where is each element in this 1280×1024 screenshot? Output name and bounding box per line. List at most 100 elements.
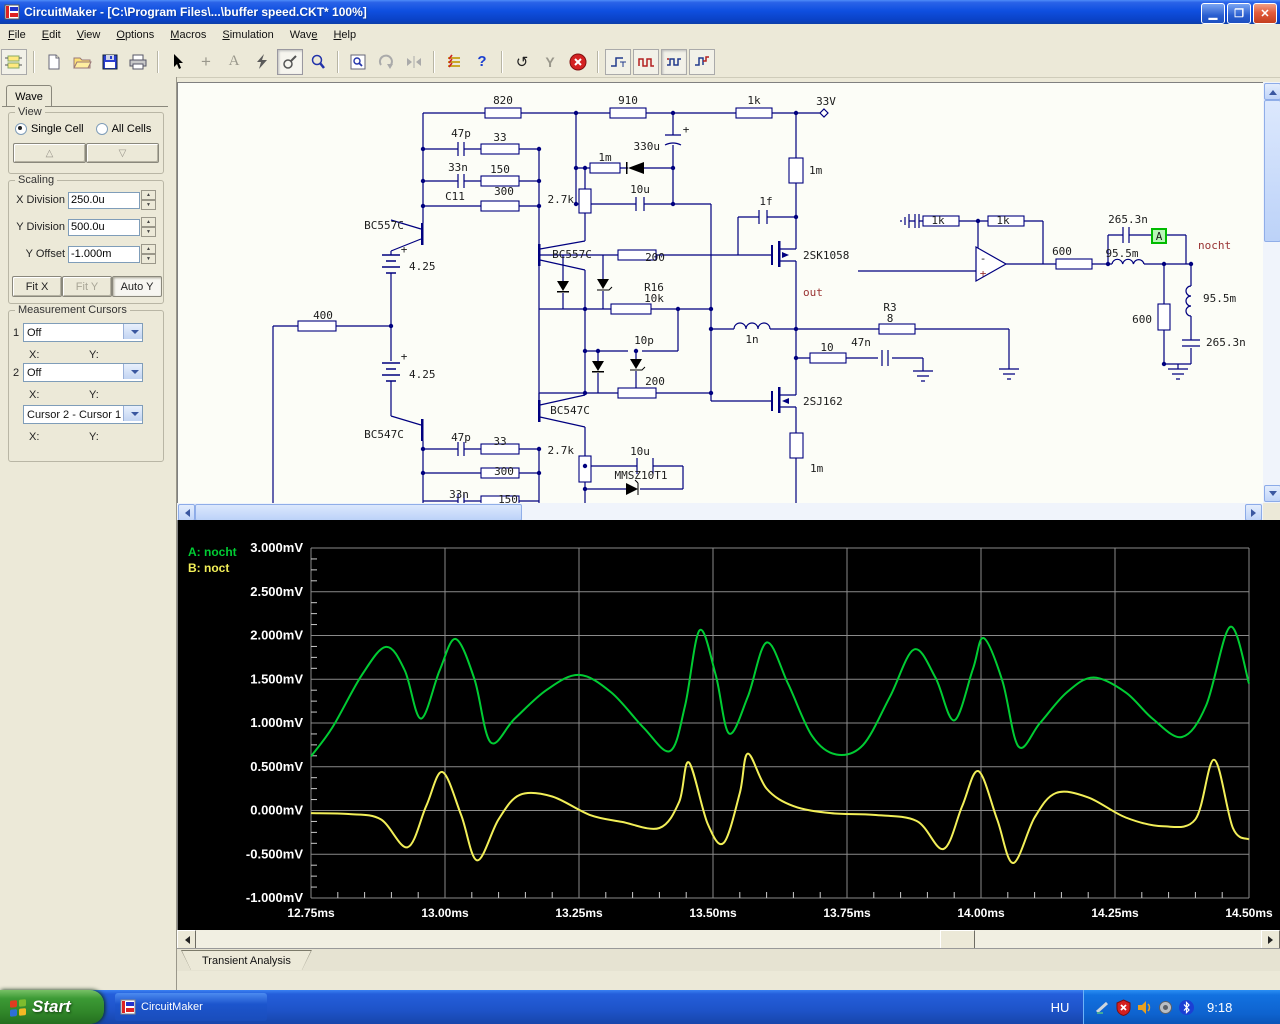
waveform-hscroll-thumb[interactable] (940, 930, 975, 950)
menu-help[interactable]: Help (325, 26, 364, 44)
menu-wave[interactable]: Wave (282, 26, 326, 44)
cursor2-select[interactable]: Off (23, 363, 143, 382)
cursor-diff-select[interactable]: Cursor 2 - Cursor 1 (23, 405, 143, 424)
component-label: 33 (493, 435, 506, 448)
probe-tool-icon[interactable] (277, 48, 303, 75)
y-offset-spinner[interactable]: ▲ ▼ (141, 244, 156, 264)
select-cursor-icon[interactable] (165, 49, 191, 75)
schematic-vscrollbar[interactable] (1263, 82, 1280, 503)
circuitmaker-window: CircuitMaker - [C:\Program Files\...\buf… (0, 0, 1280, 1024)
chevron-down-icon[interactable] (123, 364, 142, 379)
close-button[interactable]: ✕ (1253, 3, 1277, 24)
component-label: 330u (634, 140, 661, 153)
chevron-down-icon[interactable] (123, 406, 142, 421)
menu-simulation[interactable]: Simulation (214, 26, 281, 44)
cell-up-button[interactable]: △ (13, 143, 86, 163)
title-bar[interactable]: CircuitMaker - [C:\Program Files\...\buf… (0, 0, 1280, 24)
cursor1-select[interactable]: Off (23, 323, 143, 342)
waveform-panel[interactable]: 3.000mV 2.500mV 2.000mV 1.500mV 1.000mV 0.500… (177, 520, 1280, 930)
find-part-icon[interactable] (345, 49, 371, 75)
circuitmaker-task-icon (120, 999, 136, 1015)
x-division-input[interactable]: 250.0u (68, 191, 140, 209)
component-label: 10 (820, 341, 833, 354)
scope-trace-4-icon[interactable] (689, 48, 715, 75)
flip-icon (401, 49, 427, 75)
trace-b (310, 752, 1250, 864)
fit-y-button: Fit Y (62, 276, 112, 297)
help-icon[interactable]: ? (469, 49, 495, 75)
volume-icon[interactable] (1136, 999, 1153, 1016)
chevron-down-icon[interactable] (123, 324, 142, 339)
y-division-spinner[interactable]: ▲ ▼ (141, 217, 156, 237)
scroll-left-icon[interactable] (177, 930, 196, 950)
cursors-group-title: Measurement Cursors (15, 304, 130, 316)
x-division-label: X Division (16, 194, 65, 206)
minimize-button[interactable]: ▁ (1201, 3, 1225, 24)
app-icon (4, 4, 20, 20)
tab-wave[interactable]: Wave (6, 85, 52, 107)
legend-entry: B: noct (188, 561, 229, 575)
camera-icon[interactable] (1157, 999, 1174, 1016)
component-label: 1f (759, 195, 772, 208)
single-cell-radio[interactable] (15, 123, 27, 135)
scroll-right-icon[interactable] (1261, 930, 1280, 950)
menu-options[interactable]: Options (108, 26, 162, 44)
scroll-right-icon[interactable] (1245, 504, 1262, 521)
parts-browser-icon[interactable] (1, 48, 27, 75)
auto-y-button[interactable]: Auto Y (112, 276, 162, 297)
new-file-icon[interactable] (41, 49, 67, 75)
component-label: 1k (996, 214, 1010, 227)
component-label: 4.25 (409, 260, 436, 273)
restore-button[interactable]: ❐ (1227, 3, 1251, 24)
reset-simulation-icon[interactable]: ↺ (509, 49, 535, 75)
language-indicator[interactable]: HU (1042, 990, 1078, 1024)
security-shield-icon[interactable] (1115, 998, 1132, 1016)
fit-x-button[interactable]: Fit X (12, 276, 62, 297)
x-axis-tick: 12.75ms (287, 906, 335, 920)
y-division-input[interactable]: 500.0u (68, 218, 140, 236)
scaling-group-title: Scaling (15, 174, 58, 186)
schematic-hscroll-thumb[interactable] (195, 504, 522, 521)
print-icon[interactable] (125, 49, 151, 75)
component-label: 47p (451, 431, 471, 444)
component-label: BC547C (550, 404, 590, 417)
x-division-spinner[interactable]: ▲ ▼ (141, 190, 156, 210)
waveform-hscrollbar[interactable] (177, 930, 1280, 950)
taskbar-item-circuitmaker[interactable]: CircuitMaker (115, 993, 267, 1021)
menu-view[interactable]: View (69, 26, 109, 44)
scroll-up-icon[interactable] (1264, 83, 1280, 100)
y-offset-input[interactable]: -1.000m (68, 245, 140, 263)
digital-options-icon[interactable] (441, 49, 467, 75)
bluetooth-icon[interactable] (1178, 999, 1195, 1016)
component-label: 2.7k (548, 444, 575, 457)
component-label: 1m (598, 151, 612, 164)
delete-bolt-icon[interactable] (249, 49, 275, 75)
cell-down-button[interactable]: ▽ (86, 143, 159, 163)
menu-file[interactable]: File (0, 26, 34, 44)
scroll-down-icon[interactable] (1264, 485, 1280, 502)
schematic-vscroll-thumb[interactable] (1264, 100, 1280, 242)
menu-edit[interactable]: Edit (34, 26, 69, 44)
schematic-canvas[interactable]: 820 910 1k 33V 47p 33 33n 150 C11 300 1m 330u +10u 2.… (177, 82, 1263, 504)
scope-trace-1-icon[interactable] (605, 48, 631, 75)
all-cells-radio[interactable] (95, 123, 108, 135)
scroll-left-icon[interactable] (178, 504, 195, 521)
scope-trace-3-icon[interactable] (661, 48, 687, 75)
menu-macros[interactable]: Macros (162, 26, 214, 44)
component-label: 265.3n (1206, 336, 1246, 349)
start-button[interactable]: Start (0, 990, 104, 1024)
component-label: 265.3n (1108, 213, 1148, 226)
task-label: CircuitMaker (141, 1001, 203, 1013)
wire-plus-icon[interactable]: + (193, 49, 219, 75)
y-axis-tick: 2.500mV (250, 584, 303, 599)
open-file-icon[interactable] (69, 49, 95, 75)
scope-trace-2-icon[interactable] (633, 48, 659, 75)
save-file-icon[interactable] (97, 49, 123, 75)
tab-transient-analysis[interactable]: Transient Analysis (181, 950, 312, 970)
stop-simulation-icon[interactable] (565, 49, 591, 75)
schematic-hscrollbar[interactable] (177, 503, 1263, 521)
pen-tablet-icon[interactable] (1094, 999, 1111, 1016)
zoom-tool-icon[interactable] (305, 49, 331, 75)
text-tool-icon[interactable]: A (221, 49, 247, 75)
cursor2-num: 2 (13, 366, 20, 379)
